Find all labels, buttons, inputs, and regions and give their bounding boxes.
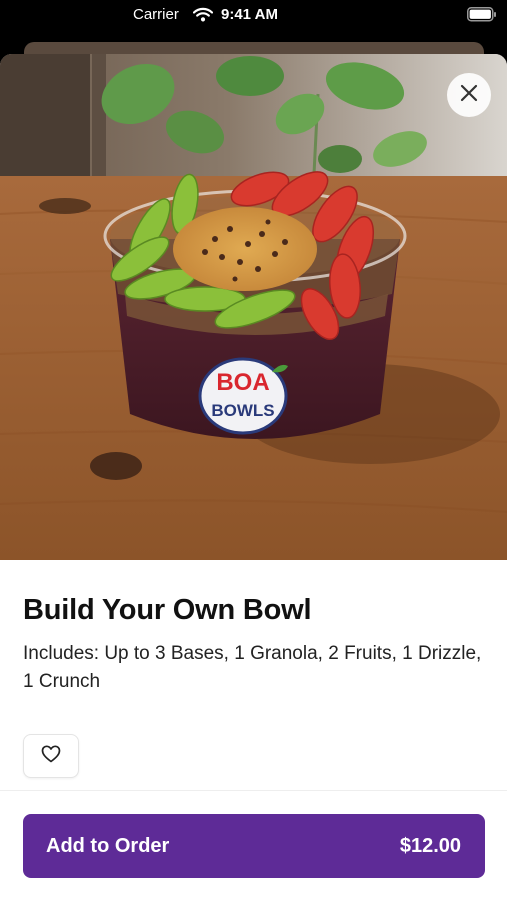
product-detail-sheet: BOA BOWLS Build Your Own Bowl Includes: … — [0, 54, 507, 900]
product-title: Build Your Own Bowl — [23, 594, 312, 626]
status-bar: Carrier 9:41 AM — [0, 0, 507, 32]
close-icon — [460, 84, 478, 107]
add-to-order-button[interactable]: Add to Order $12.00 — [23, 814, 485, 878]
product-image: BOA BOWLS — [0, 54, 507, 560]
product-description: Includes: Up to 3 Bases, 1 Granola, 2 Fr… — [23, 643, 482, 692]
svg-text:BOWLS: BOWLS — [211, 401, 274, 420]
wifi-icon — [192, 7, 214, 26]
heart-outline-icon — [41, 744, 61, 768]
battery-icon — [467, 7, 497, 26]
price-label: $12.00 — [399, 835, 461, 857]
svg-text:BOA: BOA — [216, 369, 269, 396]
clock-time: 9:41 AM — [221, 6, 278, 23]
add-to-order-label: Add to Order — [46, 835, 170, 857]
favorite-button[interactable] — [23, 734, 79, 778]
footer-divider — [0, 790, 507, 791]
product-info: Build Your Own Bowl Includes: Up to 3 Ba… — [23, 594, 488, 696]
carrier-label: Carrier — [133, 6, 179, 23]
close-button[interactable] — [447, 73, 491, 117]
